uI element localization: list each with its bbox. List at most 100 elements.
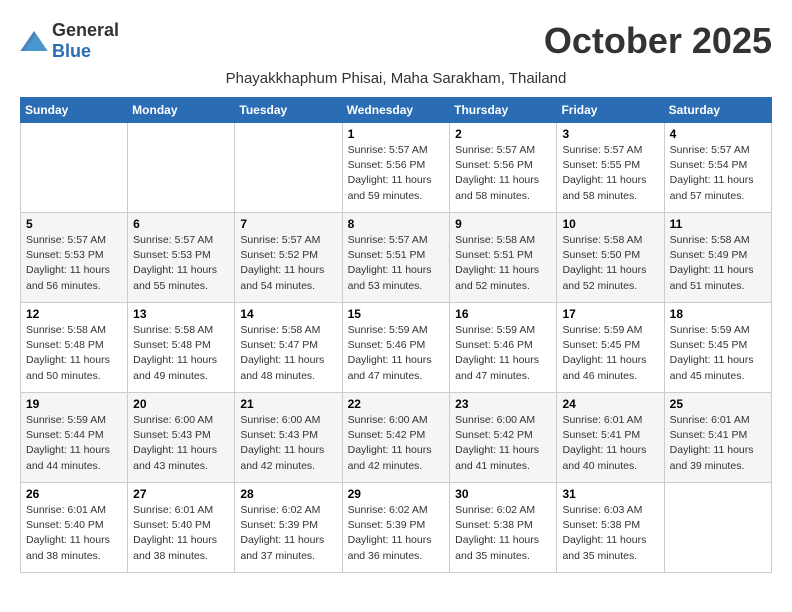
logo-general: General [52,20,119,40]
calendar-cell: 23 Sunrise: 6:00 AMSunset: 5:42 PMDayligh… [450,393,557,483]
day-info: Sunrise: 6:01 AMSunset: 5:40 PMDaylight:… [26,503,122,564]
day-info: Sunrise: 5:58 AMSunset: 5:48 PMDaylight:… [133,323,229,384]
day-number: 16 [455,307,551,321]
calendar-cell: 5 Sunrise: 5:57 AMSunset: 5:53 PMDaylight… [21,213,128,303]
day-info: Sunrise: 5:58 AMSunset: 5:50 PMDaylight:… [562,233,658,294]
day-number: 7 [240,217,336,231]
calendar-cell: 12 Sunrise: 5:58 AMSunset: 5:48 PMDayligh… [21,303,128,393]
day-number: 19 [26,397,122,411]
day-number: 24 [562,397,658,411]
day-number: 8 [348,217,445,231]
calendar-cell: 15 Sunrise: 5:59 AMSunset: 5:46 PMDayligh… [342,303,450,393]
day-number: 3 [562,127,658,141]
day-info: Sunrise: 5:57 AMSunset: 5:55 PMDaylight:… [562,143,658,204]
calendar-cell: 2 Sunrise: 5:57 AMSunset: 5:56 PMDaylight… [450,123,557,213]
day-number: 27 [133,487,229,501]
calendar-cell [235,123,342,213]
calendar-cell: 31 Sunrise: 6:03 AMSunset: 5:38 PMDayligh… [557,483,664,573]
day-number: 26 [26,487,122,501]
day-number: 25 [670,397,766,411]
day-info: Sunrise: 5:57 AMSunset: 5:53 PMDaylight:… [26,233,122,294]
column-header-sunday: Sunday [21,98,128,123]
day-info: Sunrise: 6:02 AMSunset: 5:38 PMDaylight:… [455,503,551,564]
calendar-cell: 3 Sunrise: 5:57 AMSunset: 5:55 PMDaylight… [557,123,664,213]
calendar-cell: 6 Sunrise: 5:57 AMSunset: 5:53 PMDaylight… [128,213,235,303]
day-number: 12 [26,307,122,321]
day-info: Sunrise: 6:01 AMSunset: 5:41 PMDaylight:… [670,413,766,474]
calendar-week-2: 5 Sunrise: 5:57 AMSunset: 5:53 PMDaylight… [21,213,772,303]
calendar-cell: 30Sunrise: 6:02 AMSunset: 5:38 PMDayligh… [450,483,557,573]
calendar-cell: 20 Sunrise: 6:00 AMSunset: 5:43 PMDayligh… [128,393,235,483]
column-header-friday: Friday [557,98,664,123]
day-info: Sunrise: 5:59 AMSunset: 5:45 PMDaylight:… [562,323,658,384]
day-number: 1 [348,127,445,141]
day-info: Sunrise: 6:02 AMSunset: 5:39 PMDaylight:… [348,503,445,564]
column-header-thursday: Thursday [450,98,557,123]
day-info: Sunrise: 5:59 AMSunset: 5:44 PMDaylight:… [26,413,122,474]
calendar-cell: 24 Sunrise: 6:01 AMSunset: 5:41 PMDayligh… [557,393,664,483]
calendar-cell: 11 Sunrise: 5:58 AMSunset: 5:49 PMDayligh… [664,213,771,303]
day-number: 28 [240,487,336,501]
calendar-cell: 18Sunrise: 5:59 AMSunset: 5:45 PMDayligh… [664,303,771,393]
day-number: 9 [455,217,551,231]
calendar-cell: 7 Sunrise: 5:57 AMSunset: 5:52 PMDaylight… [235,213,342,303]
calendar-cell: 26 Sunrise: 6:01 AMSunset: 5:40 PMDayligh… [21,483,128,573]
column-header-saturday: Saturday [664,98,771,123]
day-info: Sunrise: 5:59 AMSunset: 5:46 PMDaylight:… [348,323,445,384]
calendar-cell [128,123,235,213]
day-info: Sunrise: 5:58 AMSunset: 5:49 PMDaylight:… [670,233,766,294]
calendar-header-row: SundayMondayTuesdayWednesdayThursdayFrid… [21,98,772,123]
day-info: Sunrise: 6:01 AMSunset: 5:40 PMDaylight:… [133,503,229,564]
day-info: Sunrise: 5:57 AMSunset: 5:56 PMDaylight:… [455,143,551,204]
day-info: Sunrise: 5:59 AMSunset: 5:46 PMDaylight:… [455,323,551,384]
day-info: Sunrise: 5:57 AMSunset: 5:52 PMDaylight:… [240,233,336,294]
day-number: 5 [26,217,122,231]
day-info: Sunrise: 5:58 AMSunset: 5:48 PMDaylight:… [26,323,122,384]
day-number: 10 [562,217,658,231]
calendar-table: SundayMondayTuesdayWednesdayThursdayFrid… [20,97,772,573]
day-info: Sunrise: 5:58 AMSunset: 5:47 PMDaylight:… [240,323,336,384]
calendar-cell: 13 Sunrise: 5:58 AMSunset: 5:48 PMDayligh… [128,303,235,393]
day-number: 14 [240,307,336,321]
calendar-cell: 28Sunrise: 6:02 AMSunset: 5:39 PMDayligh… [235,483,342,573]
day-info: Sunrise: 6:00 AMSunset: 5:42 PMDaylight:… [455,413,551,474]
day-number: 15 [348,307,445,321]
calendar-week-4: 19 Sunrise: 5:59 AMSunset: 5:44 PMDayligh… [21,393,772,483]
day-number: 31 [562,487,658,501]
calendar-cell: 10 Sunrise: 5:58 AMSunset: 5:50 PMDayligh… [557,213,664,303]
day-number: 20 [133,397,229,411]
day-number: 23 [455,397,551,411]
calendar-cell: 14 Sunrise: 5:58 AMSunset: 5:47 PMDayligh… [235,303,342,393]
day-info: Sunrise: 5:57 AMSunset: 5:54 PMDaylight:… [670,143,766,204]
day-number: 6 [133,217,229,231]
day-number: 17 [562,307,658,321]
calendar-cell: 8Sunrise: 5:57 AMSunset: 5:51 PMDaylight… [342,213,450,303]
day-info: Sunrise: 5:58 AMSunset: 5:51 PMDaylight:… [455,233,551,294]
day-info: Sunrise: 5:57 AMSunset: 5:53 PMDaylight:… [133,233,229,294]
calendar-week-3: 12 Sunrise: 5:58 AMSunset: 5:48 PMDayligh… [21,303,772,393]
column-header-monday: Monday [128,98,235,123]
day-number: 18 [670,307,766,321]
calendar-cell: 27 Sunrise: 6:01 AMSunset: 5:40 PMDayligh… [128,483,235,573]
day-number: 4 [670,127,766,141]
calendar-cell: 25 Sunrise: 6:01 AMSunset: 5:41 PMDayligh… [664,393,771,483]
day-number: 2 [455,127,551,141]
column-header-wednesday: Wednesday [342,98,450,123]
column-header-tuesday: Tuesday [235,98,342,123]
calendar-cell [21,123,128,213]
day-info: Sunrise: 6:00 AMSunset: 5:43 PMDaylight:… [133,413,229,474]
logo-blue: Blue [52,41,91,61]
day-number: 13 [133,307,229,321]
calendar-cell: 19 Sunrise: 5:59 AMSunset: 5:44 PMDayligh… [21,393,128,483]
calendar-cell: 22Sunrise: 6:00 AMSunset: 5:42 PMDayligh… [342,393,450,483]
calendar-cell: 16 Sunrise: 5:59 AMSunset: 5:46 PMDayligh… [450,303,557,393]
calendar-cell: 9 Sunrise: 5:58 AMSunset: 5:51 PMDaylight… [450,213,557,303]
calendar-cell: 1Sunrise: 5:57 AMSunset: 5:56 PMDaylight… [342,123,450,213]
day-info: Sunrise: 6:01 AMSunset: 5:41 PMDaylight:… [562,413,658,474]
page-header: General Blue October 2025 [20,20,772,62]
calendar-cell: 21Sunrise: 6:00 AMSunset: 5:43 PMDayligh… [235,393,342,483]
calendar-week-5: 26 Sunrise: 6:01 AMSunset: 5:40 PMDayligh… [21,483,772,573]
day-number: 11 [670,217,766,231]
day-info: Sunrise: 6:03 AMSunset: 5:38 PMDaylight:… [562,503,658,564]
day-number: 21 [240,397,336,411]
